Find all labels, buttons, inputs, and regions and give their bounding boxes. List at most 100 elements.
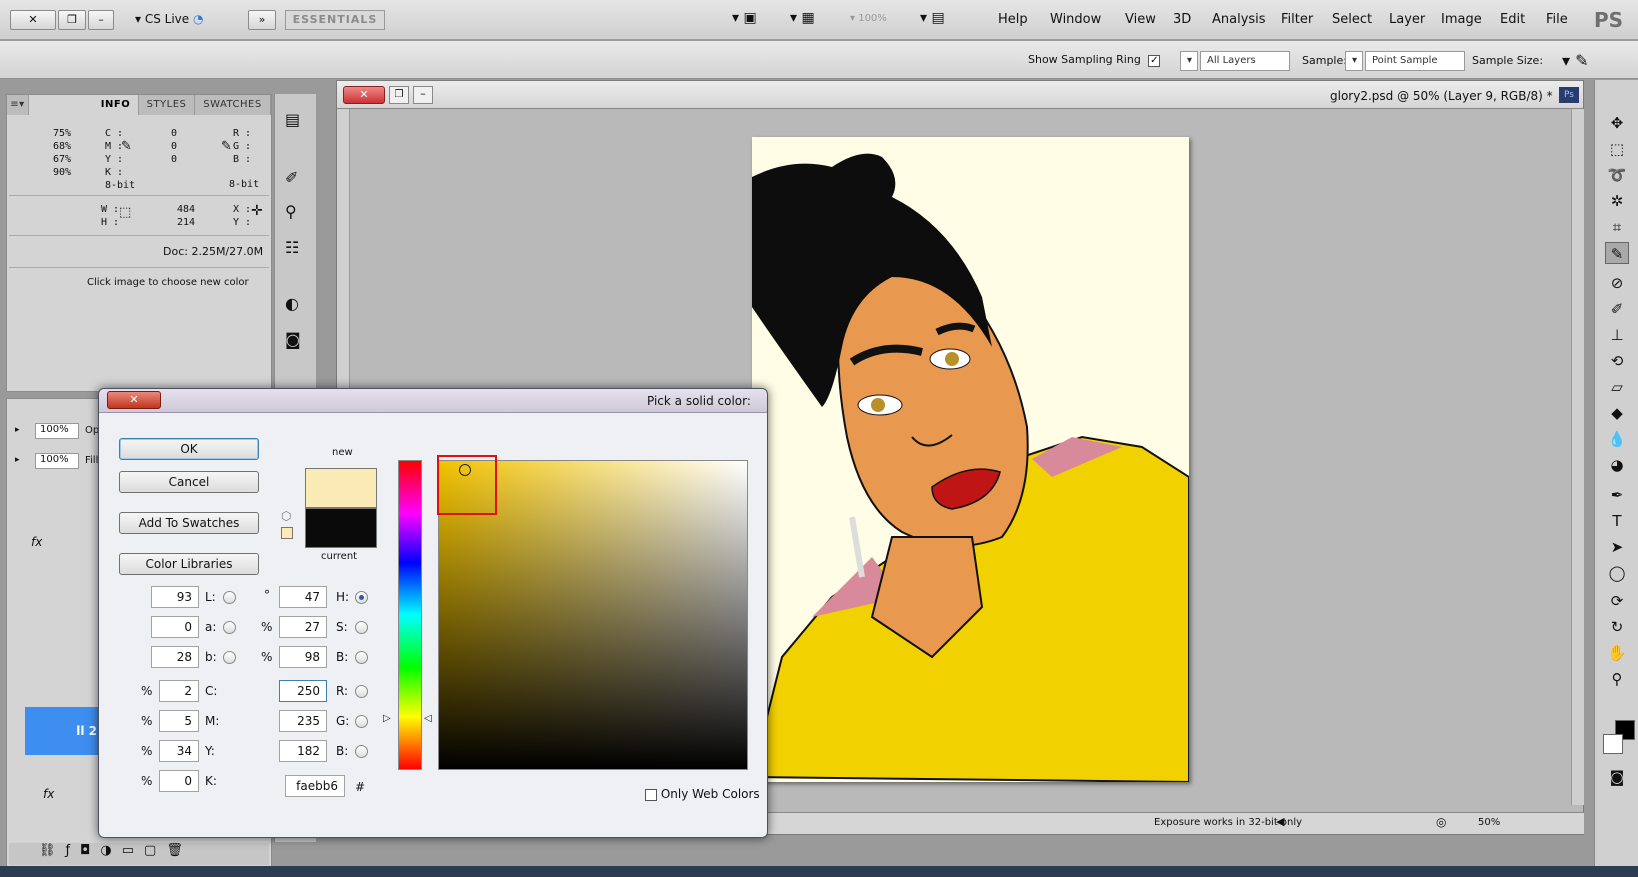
only-web-colors-checkbox[interactable] [645, 788, 657, 801]
pen-tool-icon[interactable]: ✒ [1605, 484, 1629, 506]
zoom-level-menu[interactable]: ▾ 100% [850, 13, 887, 24]
arrange-documents-icon[interactable]: ▾ ▦ [790, 10, 815, 26]
new-layer-icon[interactable]: ▢ [144, 843, 166, 858]
c-field[interactable]: 2 [159, 680, 199, 702]
l-field[interactable]: 93 [151, 586, 199, 608]
only-web-colors[interactable]: Only Web Colors [645, 787, 760, 801]
cancel-button[interactable]: Cancel [119, 471, 259, 493]
extras-icon[interactable]: ▾ ▤ [920, 10, 945, 26]
status-zoom[interactable]: 50% [1478, 817, 1500, 828]
quick-mask-icon[interactable]: ◙ [1605, 766, 1629, 788]
close-window-button[interactable]: ✕ [10, 10, 56, 30]
add-to-swatches-button[interactable]: Add To Swatches [119, 512, 259, 534]
document-restore-button[interactable]: ❐ [389, 86, 409, 104]
group-icon[interactable]: ▭ [122, 843, 144, 858]
k-field[interactable]: 0 [159, 770, 199, 792]
tab-styles[interactable]: STYLES [139, 95, 195, 115]
current-color-swatch[interactable] [305, 508, 377, 548]
zoom-tool-icon[interactable]: ⚲ [1605, 668, 1629, 690]
radio-g[interactable] [355, 715, 368, 728]
radio-h[interactable] [355, 591, 368, 604]
brush-presets-icon[interactable]: ✐ [285, 168, 298, 187]
healing-tool-icon[interactable]: ⊘ [1605, 272, 1629, 294]
menu-file[interactable]: File [1546, 12, 1568, 27]
menu-layer[interactable]: Layer [1389, 12, 1425, 27]
menu-analysis[interactable]: Analysis [1212, 12, 1266, 27]
background-color-swatch[interactable] [1603, 734, 1623, 754]
bv-field[interactable]: 98 [279, 646, 327, 668]
adjustment-layer-icon[interactable]: ◑ [100, 843, 121, 858]
paint-bucket-tool-icon[interactable]: ◆ [1605, 402, 1629, 424]
g-field[interactable]: 235 [279, 710, 327, 732]
menu-edit[interactable]: Edit [1500, 12, 1525, 27]
delete-layer-icon[interactable]: 🗑 [166, 843, 193, 858]
sample-size-select[interactable]: Point Sample [1365, 51, 1465, 71]
crop-tool-icon[interactable]: ⌗ [1605, 216, 1629, 238]
fill-field[interactable]: 100% [35, 453, 79, 469]
3d-rotate-tool-icon[interactable]: ⟳ [1605, 590, 1629, 612]
eyedropper-preset-icon[interactable]: ▾ ✎ [1562, 51, 1589, 70]
status-arrow-icon[interactable]: ◀ [1276, 815, 1284, 828]
radio-b[interactable] [355, 745, 368, 758]
hue-slider-handle-right[interactable]: ◁ [424, 713, 432, 724]
tab-info[interactable]: INFO [93, 95, 139, 115]
shape-tool-icon[interactable]: ◯ [1605, 562, 1629, 584]
m-field[interactable]: 5 [159, 710, 199, 732]
show-sampling-ring[interactable]: Show Sampling Ring ✓ [1028, 53, 1161, 67]
sample-size-arrow[interactable]: ▾ [1345, 51, 1363, 71]
menu-image[interactable]: Image [1441, 12, 1482, 27]
dialog-close-button[interactable]: ✕ [107, 391, 161, 409]
adjustments-icon[interactable]: ◐ [285, 294, 299, 313]
screen-mode-icon[interactable]: ▾ ▣ [732, 10, 757, 26]
link-layers-icon[interactable]: ⛓ [39, 843, 66, 858]
radio-l[interactable] [223, 591, 236, 604]
eyedropper-tool-icon[interactable]: ✎ [1605, 242, 1629, 264]
tab-swatches[interactable]: SWATCHES [195, 95, 271, 115]
masks-icon[interactable]: ◙ [285, 330, 301, 349]
expand-arrows-button[interactable]: » [248, 10, 276, 30]
gamut-swatch[interactable] [281, 527, 293, 539]
out-of-gamut-icon[interactable]: ⬡ [281, 509, 291, 523]
panel-menu-icon[interactable]: ≡▾ [7, 95, 29, 115]
hex-field[interactable]: faebb6 [285, 775, 345, 797]
document-minimize-button[interactable]: – [413, 86, 433, 104]
type-tool-icon[interactable]: T [1605, 510, 1629, 532]
cs-live-menu[interactable]: ▾ CS Live ◔ [135, 12, 203, 26]
menu-filter[interactable]: Filter [1281, 12, 1313, 27]
radio-s[interactable] [355, 621, 368, 634]
vertical-scrollbar[interactable] [1571, 109, 1584, 805]
marquee-tool-icon[interactable]: ⬚ [1605, 138, 1629, 160]
sample-dropdown-arrow[interactable]: ▾ [1180, 51, 1198, 71]
radio-r[interactable] [355, 685, 368, 698]
restore-window-button[interactable]: ❐ [58, 10, 86, 30]
fx-menu-icon[interactable]: ƒ [66, 843, 81, 858]
brush-tool-icon[interactable]: ✐ [1605, 298, 1629, 320]
notes-icon[interactable]: ☷ [285, 238, 299, 257]
hue-slider[interactable] [398, 460, 422, 770]
fx-icon[interactable]: fx [31, 535, 42, 549]
h-field[interactable]: 47 [279, 586, 327, 608]
status-info-icon[interactable]: ◎ [1436, 815, 1446, 829]
sample-select[interactable]: All Layers [1200, 51, 1290, 71]
a-field[interactable]: 0 [151, 616, 199, 638]
clone-stamp-tool-icon[interactable]: ⊥ [1605, 324, 1629, 346]
radio-a[interactable] [223, 621, 236, 634]
move-tool-icon[interactable]: ✥ [1605, 112, 1629, 134]
dodge-tool-icon[interactable]: ◕ [1605, 454, 1629, 476]
show-ring-checkbox[interactable]: ✓ [1148, 55, 1161, 67]
path-selection-tool-icon[interactable]: ➤ [1605, 536, 1629, 558]
opacity-stepper[interactable]: ▸ [15, 425, 20, 435]
history-icon[interactable]: ▤ [285, 110, 300, 129]
layer-fx-icon[interactable]: fx [43, 787, 54, 801]
menu-select[interactable]: Select [1332, 12, 1372, 27]
lasso-tool-icon[interactable]: ➰ [1605, 164, 1629, 186]
r-field[interactable]: 250 [279, 680, 327, 702]
workspace-switcher[interactable]: ESSENTIALS [285, 10, 385, 30]
s-field[interactable]: 27 [279, 616, 327, 638]
minimize-window-button[interactable]: – [88, 10, 114, 30]
history-brush-tool-icon[interactable]: ⟲ [1605, 350, 1629, 372]
document-close-button[interactable]: ✕ [343, 86, 385, 104]
color-libraries-button[interactable]: Color Libraries [119, 553, 259, 575]
blur-tool-icon[interactable]: 💧 [1605, 428, 1629, 450]
radio-lab-b[interactable] [223, 651, 236, 664]
